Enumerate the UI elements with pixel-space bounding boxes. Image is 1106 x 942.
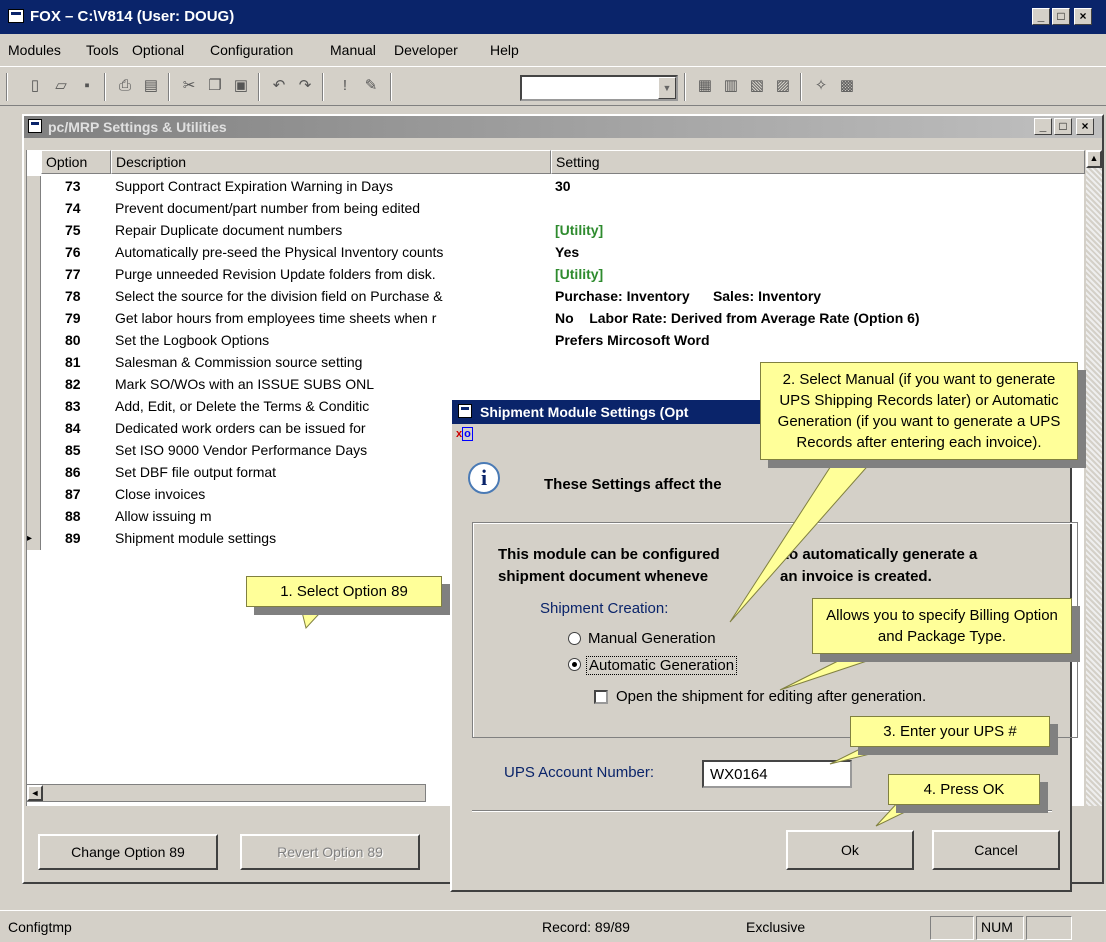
callout-step-3: 3. Enter your UPS # [850, 716, 1050, 747]
callout-step-2: 2. Select Manual (if you want to generat… [760, 362, 1078, 460]
callout-pointer-4 [829, 743, 911, 765]
status-num: NUM [976, 916, 1024, 940]
status-file: Configtmp [8, 919, 72, 935]
status-record: Record: 89/89 [542, 919, 630, 935]
status-box [1026, 916, 1072, 940]
callout-billing: Allows you to specify Billing Option and… [812, 598, 1072, 654]
callout-step-4: 4. Press OK [888, 774, 1040, 805]
status-mode: Exclusive [746, 919, 806, 935]
status-bar: Configtmp Record: 89/89 Exclusive NUM [0, 910, 1106, 942]
callout-step-1: 1. Select Option 89 [246, 576, 442, 607]
callout-pointer-3 [779, 649, 901, 691]
callout-pointer-2 [729, 451, 882, 623]
status-box [930, 916, 974, 940]
